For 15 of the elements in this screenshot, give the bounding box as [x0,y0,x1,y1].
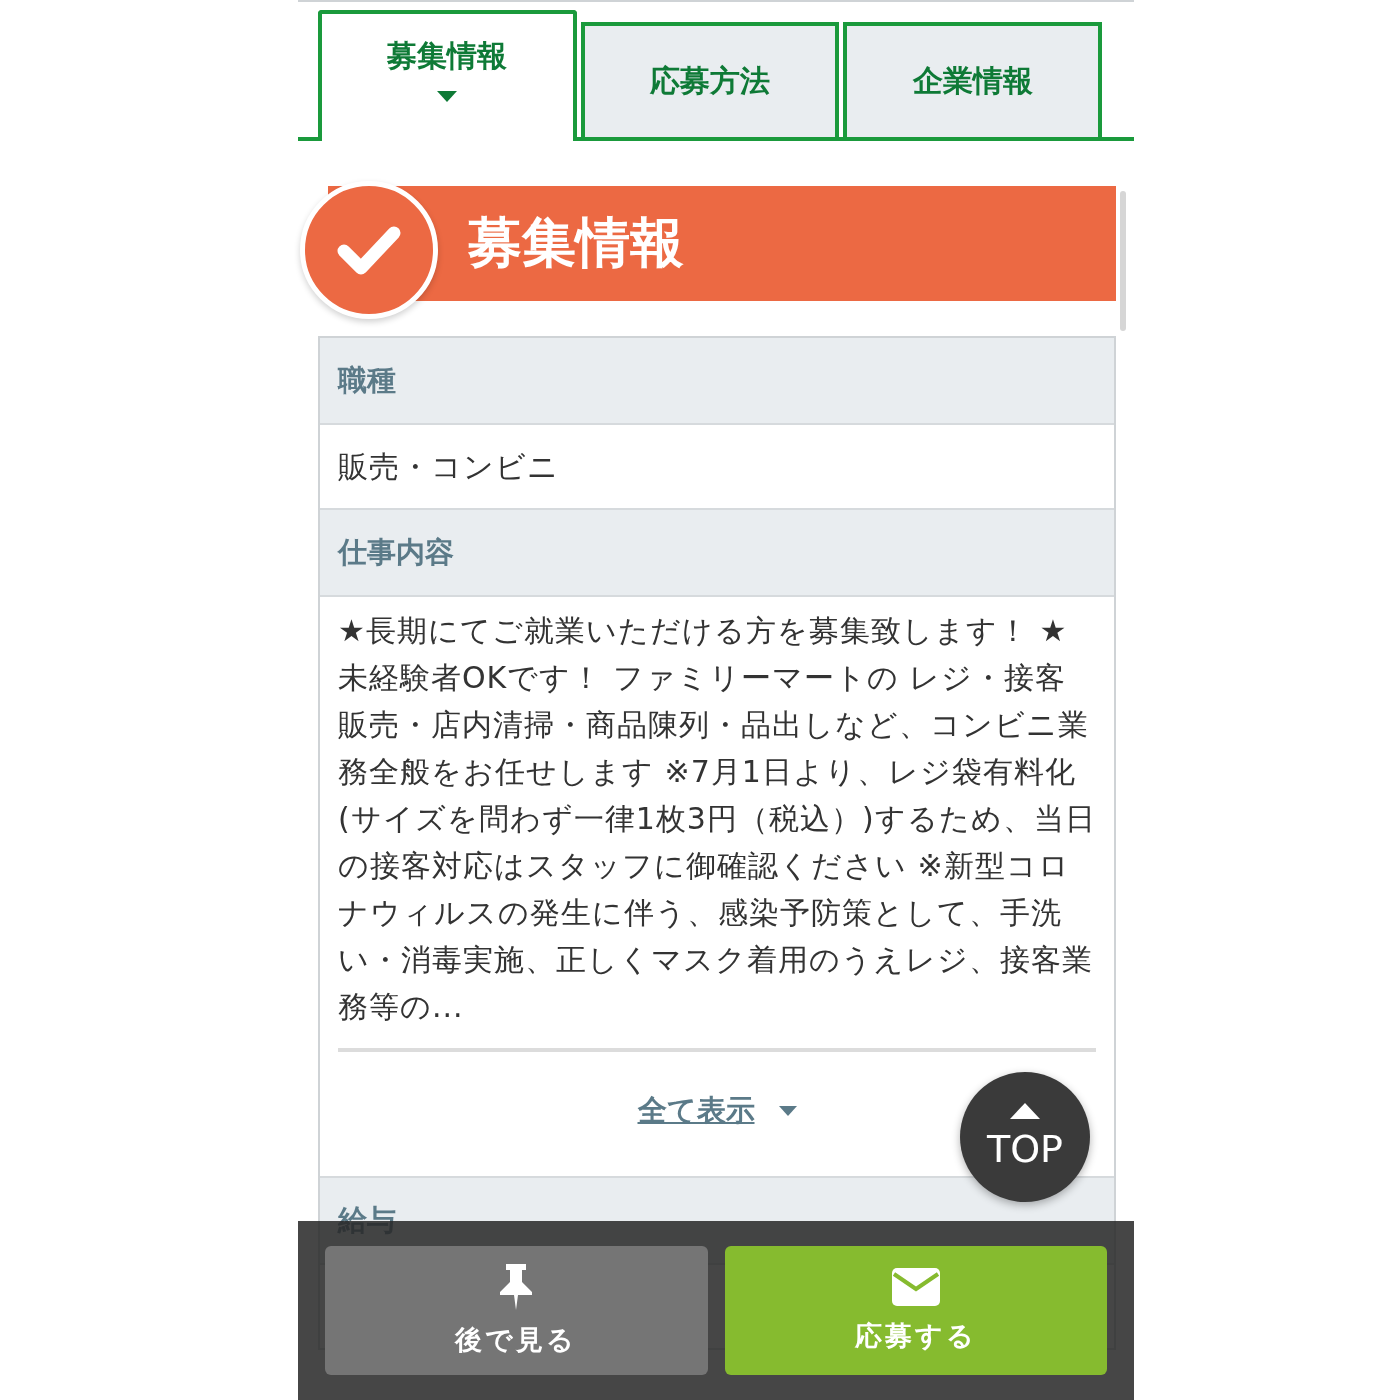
scrollbar[interactable] [1120,191,1126,331]
tab[interactable]: 企業情報 [843,22,1102,137]
tab[interactable]: 応募方法 [580,22,840,137]
envelope-icon [891,1267,940,1306]
caret-icon [437,90,458,102]
tab[interactable]: 募集情報 [318,10,577,141]
field-heading: 職種 [338,364,396,397]
field-value: 販売・コンビニ [338,448,560,486]
save-for-later-button[interactable]: 後で見る [325,1246,708,1375]
show-all-link[interactable]: 全て表示 [637,1091,755,1131]
field-heading: 仕事内容 [338,536,454,569]
field-value: ★長期にてご就業いただける方を募集致します！ ★未経験者OKです！ ファミリーマートの レジ・接客販売・店内清掃・商品陳列・品出しなど、コンビニ業務全般をお任せします ※7月1日より、レジ袋有料化(サイズを問わず一律1枚3円（税込）)するため、当日の接客対応はスタッフに御確認ください ※新型コロナウィルスの発生に伴う、感染予防策として、手洗い・消毒実施、正しくマスク着用のうえレジ、接客業務等の... [338,612,1096,1026]
caret-up-icon [1010,1103,1040,1119]
caret-icon [778,1106,797,1116]
section-title: 募集情報 [468,210,684,276]
